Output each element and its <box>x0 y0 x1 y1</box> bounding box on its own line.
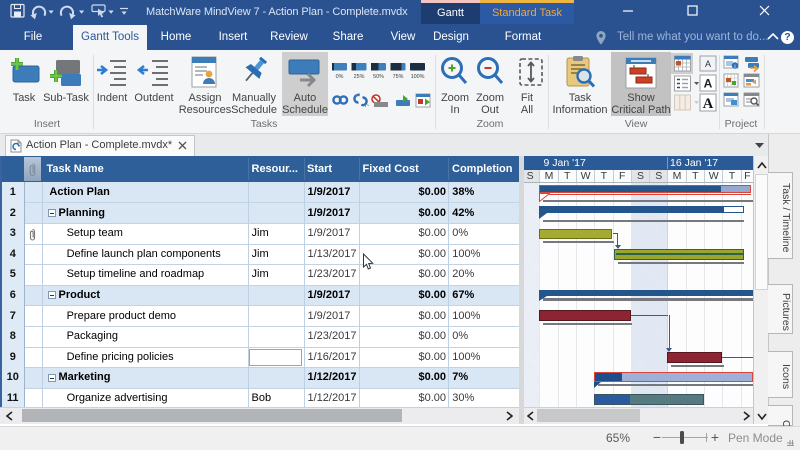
svg-text:A: A <box>703 96 714 112</box>
svg-text:0%: 0% <box>336 74 344 80</box>
svg-text:25%: 25% <box>354 74 365 80</box>
svg-text:A: A <box>704 77 713 91</box>
svg-text:i: i <box>734 64 735 70</box>
svg-text:75%: 75% <box>393 74 404 80</box>
svg-text:A: A <box>705 59 711 69</box>
svg-text:50%: 50% <box>373 74 384 80</box>
svg-text:100%: 100% <box>411 74 425 80</box>
